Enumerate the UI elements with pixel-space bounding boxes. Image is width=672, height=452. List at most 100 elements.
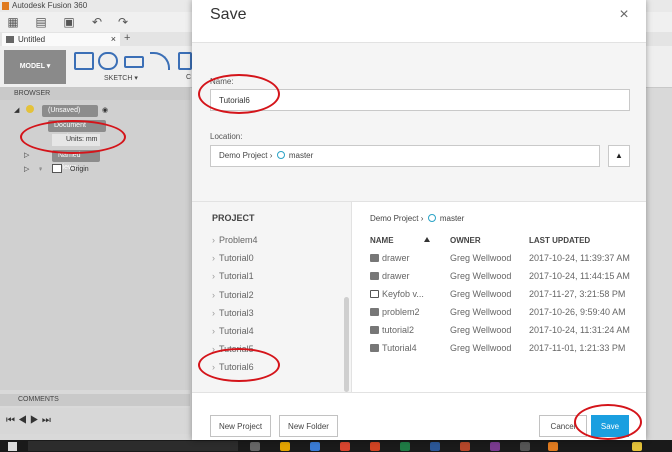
create-panel-icon[interactable]: [178, 52, 192, 70]
file-explorer-icon[interactable]: [280, 442, 290, 451]
file-updated: 2017-11-27, 3:21:58 PM: [529, 289, 626, 299]
file-owner: Greg Wellwood: [450, 343, 512, 353]
chrome-icon[interactable]: [340, 442, 350, 451]
fusion-taskbar-icon[interactable]: [548, 442, 558, 451]
excel-icon[interactable]: [400, 442, 410, 451]
sort-ascending-icon[interactable]: [424, 237, 430, 242]
visibility-icon[interactable]: ♀: [38, 164, 43, 176]
tray-icon[interactable]: [632, 442, 642, 451]
ribbon-cut-label: C: [186, 74, 192, 81]
task-view-icon[interactable]: [250, 442, 260, 451]
redo-icon[interactable]: ↷: [116, 15, 130, 29]
tree-root-unsaved[interactable]: (Unsaved): [42, 105, 98, 117]
file-row[interactable]: drawer Greg Wellwood 2017-10-24, 11:39:3…: [352, 249, 646, 267]
component-icon: [370, 308, 379, 316]
expand-arrow-icon[interactable]: ▷: [24, 164, 29, 176]
close-tab-icon[interactable]: ×: [111, 33, 116, 46]
new-project-button[interactable]: New Project: [210, 415, 271, 437]
chevron-right-icon: ›: [212, 271, 215, 281]
tab-label: Untitled: [18, 35, 46, 44]
lightbulb-icon[interactable]: [26, 105, 34, 113]
comments-label: COMMENTS: [18, 396, 59, 403]
word-icon[interactable]: [430, 442, 440, 451]
file-row[interactable]: Keyfob v... Greg Wellwood 2017-11-27, 3:…: [352, 285, 646, 303]
chevron-right-icon: ›: [212, 326, 215, 336]
save-dialog: Save × Name: Location: Demo Project › ma…: [192, 0, 646, 440]
file-updated: 2017-11-01, 1:21:33 PM: [529, 343, 626, 353]
file-name: drawer: [382, 271, 410, 281]
breadcrumb-chevron-icon: ›: [420, 214, 424, 223]
app-title: Autodesk Fusion 360: [12, 1, 88, 10]
onenote-icon[interactable]: [490, 442, 500, 451]
expand-arrow-icon[interactable]: ▷: [24, 150, 29, 162]
tree-root-toggle-icon[interactable]: ◢: [14, 105, 19, 117]
line-icon[interactable]: [98, 52, 118, 70]
annotation-ellipse-save: [574, 404, 642, 440]
location-field[interactable]: Demo Project › master: [210, 145, 600, 167]
project-item-label: Tutorial3: [219, 308, 254, 318]
dialog-header-section: [192, 42, 646, 202]
project-item-tutorial3[interactable]: › Tutorial3: [212, 308, 254, 318]
column-header-name[interactable]: NAME: [370, 236, 394, 245]
windows-start-icon[interactable]: [8, 442, 17, 451]
collapse-location-button[interactable]: ▲: [608, 145, 630, 167]
project-scrollbar[interactable]: [344, 297, 349, 392]
project-item-tutorial4[interactable]: › Tutorial4: [212, 326, 254, 336]
new-folder-button[interactable]: New Folder: [279, 415, 338, 437]
dialog-title: Save: [210, 6, 247, 23]
app-icon[interactable]: [520, 442, 530, 451]
undo-icon[interactable]: ↶: [90, 15, 104, 29]
sketch-menu[interactable]: SKETCH ▾: [104, 74, 138, 82]
save-icon[interactable]: ▣: [62, 15, 76, 29]
chevron-right-icon: ›: [212, 253, 215, 263]
tree-origin[interactable]: Origin: [70, 164, 89, 176]
comments-header[interactable]: COMMENTS: [0, 394, 190, 406]
project-item-tutorial1[interactable]: › Tutorial1: [212, 271, 254, 281]
chevron-right-icon: ›: [212, 290, 215, 300]
breadcrumb: Demo Project › master: [370, 214, 464, 223]
browser-label: BROWSER: [14, 90, 51, 97]
browser-header[interactable]: BROWSER: [0, 88, 190, 100]
breadcrumb-project[interactable]: Demo Project: [370, 214, 418, 223]
timeline-controls[interactable]: ⏮◀▶⏭: [0, 408, 190, 434]
project-header: PROJECT: [212, 213, 255, 223]
close-icon[interactable]: ×: [617, 7, 631, 23]
breadcrumb-folder[interactable]: master: [440, 214, 464, 223]
new-tab-button[interactable]: +: [124, 32, 130, 44]
project-item-tutorial2[interactable]: › Tutorial2: [212, 290, 254, 300]
rectangle-icon[interactable]: [124, 56, 144, 68]
edge-icon[interactable]: [310, 442, 320, 451]
tab-untitled[interactable]: Untitled ×: [2, 33, 120, 46]
project-item-label: Tutorial1: [219, 271, 254, 281]
project-item-problem4[interactable]: › Problem4: [212, 235, 258, 245]
workspace-switcher[interactable]: MODEL ▾: [4, 50, 66, 84]
file-updated: 2017-10-24, 11:39:37 AM: [529, 253, 630, 263]
powerpoint-icon[interactable]: [460, 442, 470, 451]
file-menu-icon[interactable]: ▤: [34, 15, 48, 29]
file-name: drawer: [382, 253, 410, 263]
column-header-owner[interactable]: OWNER: [450, 236, 481, 245]
project-item-label: Tutorial4: [219, 326, 254, 336]
component-icon: [370, 254, 379, 262]
grid-menu-icon[interactable]: ▦: [6, 15, 20, 29]
file-row[interactable]: problem2 Greg Wellwood 2017-10-26, 9:59:…: [352, 303, 646, 321]
create-sketch-icon[interactable]: [74, 52, 94, 70]
location-label: Location:: [210, 132, 243, 141]
component-icon: [370, 326, 379, 334]
chrome-icon[interactable]: [370, 442, 380, 451]
folder-circle-icon: [276, 151, 285, 159]
file-row[interactable]: drawer Greg Wellwood 2017-10-24, 11:44:1…: [352, 267, 646, 285]
file-name: problem2: [382, 307, 420, 317]
file-row[interactable]: Tutorial4 Greg Wellwood 2017-11-01, 1:21…: [352, 339, 646, 357]
file-owner: Greg Wellwood: [450, 325, 512, 335]
file-row[interactable]: tutorial2 Greg Wellwood 2017-10-24, 11:3…: [352, 321, 646, 339]
taskbar-search-box[interactable]: [28, 441, 238, 451]
column-header-updated[interactable]: LAST UPDATED: [529, 236, 590, 245]
breadcrumb-chevron-icon: ›: [269, 151, 273, 160]
project-item-tutorial0[interactable]: › Tutorial0: [212, 253, 254, 263]
arc-icon[interactable]: [150, 52, 170, 70]
tree-root-label: (Unsaved): [48, 107, 81, 114]
activate-radio-icon[interactable]: ◉: [102, 105, 108, 117]
file-name: Tutorial4: [382, 343, 417, 353]
component-icon: [370, 344, 379, 352]
